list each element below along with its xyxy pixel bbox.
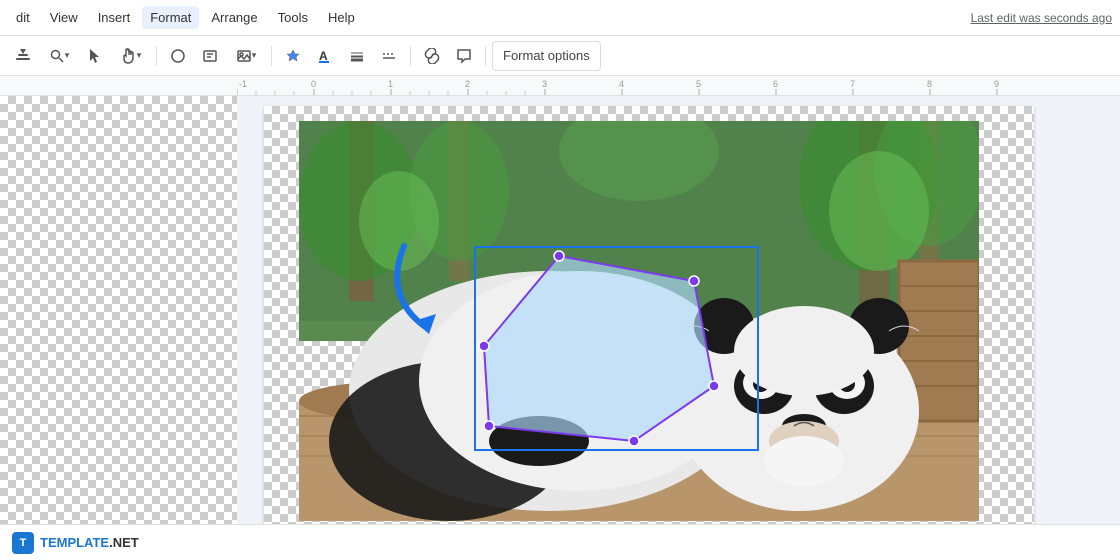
divider-3 [410,46,411,66]
link-btn[interactable] [417,41,447,71]
main-area [0,96,1120,560]
shape-tool[interactable] [163,41,193,71]
svg-text:4: 4 [619,79,624,89]
divider-2 [271,46,272,66]
print-tool[interactable] [8,41,38,71]
right-margin [1060,96,1120,560]
svg-text:1: 1 [388,79,393,89]
polygon-svg [474,246,759,451]
svg-text:3: 3 [542,79,547,89]
format-options-button[interactable]: Format options [492,41,601,71]
panda-image-container [299,121,979,521]
left-panel [0,96,237,560]
document-area [237,96,1060,560]
ruler-svg: -1 0 1 2 3 4 5 6 7 8 9 [237,76,1007,95]
border-dash-btn[interactable] [374,41,404,71]
logo-brand-bold: TEMPLATE [40,535,109,550]
fill-color-btn[interactable] [278,41,308,71]
svg-text:2: 2 [465,79,470,89]
select-tool[interactable] [80,41,110,71]
menu-tools[interactable]: Tools [270,6,316,29]
svg-text:A: A [319,49,328,63]
svg-text:9: 9 [994,79,999,89]
menu-bar: dit View Insert Format Arrange Tools Hel… [0,0,1120,36]
page-canvas[interactable] [264,106,1034,550]
svg-text:8: 8 [927,79,932,89]
border-color-btn[interactable]: A [310,41,340,71]
logo-brand-rest: .NET [109,535,139,550]
menu-view[interactable]: View [42,6,86,29]
menu-dit[interactable]: dit [8,6,38,29]
template-logo: T TEMPLATE.NET [12,532,139,554]
divider-1 [156,46,157,66]
svg-text:0: 0 [311,79,316,89]
zoom-tool[interactable]: ▾ [40,41,78,71]
comment-btn[interactable] [449,41,479,71]
hand-tool[interactable]: ▾ [112,41,150,71]
last-edit-label: Last edit was seconds ago [971,11,1112,25]
toolbar: ▾ ▾ ▾ [0,36,1120,76]
divider-4 [485,46,486,66]
svg-text:7: 7 [850,79,855,89]
bottom-bar: T TEMPLATE.NET [0,524,1120,560]
menu-arrange[interactable]: Arrange [203,6,265,29]
logo-text: TEMPLATE.NET [40,535,139,550]
menu-insert[interactable]: Insert [90,6,139,29]
svg-text:6: 6 [773,79,778,89]
svg-text:-1: -1 [239,79,247,89]
svg-text:5: 5 [696,79,701,89]
menu-help[interactable]: Help [320,6,363,29]
insert-image-tool[interactable]: ▾ [227,41,265,71]
ruler-track: -1 0 1 2 3 4 5 6 7 8 9 [237,76,1120,95]
logo-icon: T [12,532,34,554]
menu-format[interactable]: Format [142,6,199,29]
text-box-tool[interactable] [195,41,225,71]
ruler: -1 0 1 2 3 4 5 6 7 8 9 [0,76,1120,96]
border-weight-btn[interactable] [342,41,372,71]
